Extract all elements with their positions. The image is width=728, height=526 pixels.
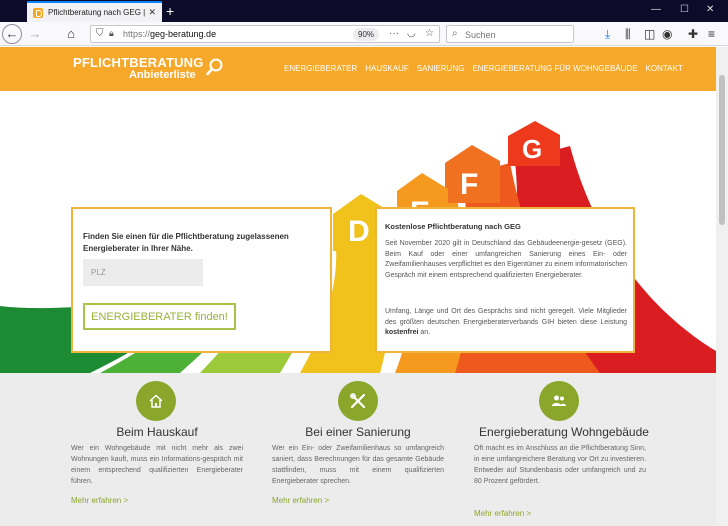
site-header: PFLICHTBERATUNG Anbieterliste ENERGIEBER…	[0, 47, 716, 91]
bookmark-star-icon[interactable]: ☆	[425, 28, 434, 39]
nav-energieberatung-wohngebaeude[interactable]: ENERGIEBERATUNG FÜR WOHNGEBÄUDE	[472, 64, 637, 73]
hero-banner: G F E D C	[0, 91, 716, 373]
zoom-indicator[interactable]: 90%	[353, 28, 380, 41]
feature-more-link[interactable]: Mehr erfahren >	[71, 496, 128, 505]
back-icon[interactable]: ←	[2, 24, 22, 44]
scrollbar-thumb[interactable]	[719, 75, 725, 225]
label-g: G	[522, 134, 542, 164]
feature-description: Wer ein Ein- oder Zweifamilienhaus so um…	[272, 445, 444, 485]
sidebar-icon[interactable]: ◫	[644, 26, 655, 42]
people-icon	[539, 381, 579, 421]
plz-input[interactable]	[83, 259, 203, 286]
close-window-icon[interactable]: ✕	[706, 4, 714, 15]
browser-tab[interactable]: Pflichtberatung nach GEG | Fin ✕	[27, 1, 162, 22]
forward-icon[interactable]: →	[27, 26, 43, 42]
search-card: Finden Sie einen für die Pflichtberatung…	[71, 207, 332, 353]
extensions-icon[interactable]: ✚	[688, 26, 698, 42]
search-input[interactable]	[465, 28, 569, 41]
close-tab-icon[interactable]: ✕	[148, 7, 156, 18]
main-navigation: ENERGIEBERATER HAUSKAUF SANIERUNG ENERGI…	[284, 64, 683, 73]
nav-sanierung[interactable]: SANIERUNG	[417, 64, 465, 73]
url-protocol: https://	[123, 29, 151, 39]
tab-bar: Pflichtberatung nach GEG | Fin ✕ + — ☐ ✕	[0, 0, 728, 22]
feature-title: Bei einer Sanierung	[305, 425, 411, 439]
browser-window: Pflichtberatung nach GEG | Fin ✕ + — ☐ ✕…	[0, 0, 728, 526]
tracking-shield-icon[interactable]: ⛉	[96, 28, 104, 39]
info-p2-end: an.	[418, 329, 431, 336]
nav-hauskauf[interactable]: HAUSKAUF	[365, 64, 409, 73]
feature-title: Energieberatung Wohngebäude	[479, 425, 649, 439]
page-scrollbar[interactable]	[716, 47, 728, 526]
info-p2-bold: kostenfrei	[385, 329, 419, 336]
site-logo[interactable]: PFLICHTBERATUNG Anbieterliste	[73, 55, 204, 81]
feature-description: Oft macht es im Anschluss an die Pflicht…	[474, 445, 646, 485]
tab-title: Pflichtberatung nach GEG | Fin	[48, 8, 146, 17]
search-icon: ⌕	[452, 28, 458, 39]
lock-icon[interactable]: 🔒︎	[109, 28, 114, 39]
navigation-toolbar: ← → ⌂ ⛉ 🔒︎ https://geg-beratung.de 90% ·…	[0, 22, 728, 46]
site-favicon-icon	[33, 7, 43, 18]
tools-icon	[338, 381, 378, 421]
feature-title: Beim Hauskauf	[116, 425, 198, 439]
house-icon	[136, 381, 176, 421]
web-page: PFLICHTBERATUNG Anbieterliste ENERGIEBER…	[0, 47, 716, 526]
feature-more-link[interactable]: Mehr erfahren >	[272, 496, 329, 505]
nav-energieberater[interactable]: ENERGIEBERATER	[284, 64, 357, 73]
home-icon[interactable]: ⌂	[63, 26, 79, 42]
label-f: F	[460, 168, 478, 201]
label-d: D	[348, 215, 370, 248]
info-card-heading: Kostenlose Pflichtberatung nach GEG	[385, 222, 521, 231]
features-section: Beim Hauskauf Wer ein Wohngebäude mit ni…	[0, 373, 716, 526]
label-g-tile: G	[508, 121, 560, 166]
search-card-heading: Finden Sie einen für die Pflichtberatung…	[83, 232, 289, 253]
logo-line1: PFLICHTBERATUNG	[73, 55, 204, 70]
url-host: geg-beratung.de	[150, 29, 217, 39]
new-tab-icon[interactable]: +	[166, 2, 174, 20]
label-f-tile: F	[445, 145, 500, 203]
info-card: Kostenlose Pflichtberatung nach GEG Seit…	[375, 207, 635, 353]
info-card-paragraph-1: Seit November 2020 gilt in Deutschland d…	[385, 240, 628, 279]
magnifier-icon	[206, 58, 223, 76]
url-text[interactable]: https://geg-beratung.de	[123, 29, 216, 39]
logo-line2: Anbieterliste	[129, 69, 196, 81]
more-actions-icon[interactable]: ···	[389, 28, 399, 39]
menu-icon[interactable]: ≡	[708, 26, 715, 42]
downloads-icon[interactable]: ⤓	[605, 26, 610, 42]
find-energieberater-button[interactable]: ENERGIEBERATER finden!	[83, 303, 236, 330]
info-card-paragraph-2: Umfang, Länge und Ort des Gesprächs sind…	[385, 307, 627, 339]
library-icon[interactable]: ⫼	[625, 26, 631, 42]
account-icon[interactable]: ◉	[662, 26, 672, 42]
feature-more-link[interactable]: Mehr erfahren >	[474, 509, 531, 518]
pocket-icon[interactable]: ◡	[407, 28, 416, 39]
nav-kontakt[interactable]: KONTAKT	[646, 64, 683, 73]
search-bar[interactable]: ⌕	[446, 25, 574, 43]
minimize-icon[interactable]: —	[651, 4, 661, 15]
info-p2-text: Umfang, Länge und Ort des Gesprächs sind…	[385, 308, 627, 326]
maximize-icon[interactable]: ☐	[680, 4, 689, 15]
feature-description: Wer ein Wohngebäude mit nicht mehr als z…	[71, 445, 243, 485]
address-bar[interactable]: ⛉ 🔒︎ https://geg-beratung.de 90% ··· ◡ ☆	[90, 25, 440, 43]
